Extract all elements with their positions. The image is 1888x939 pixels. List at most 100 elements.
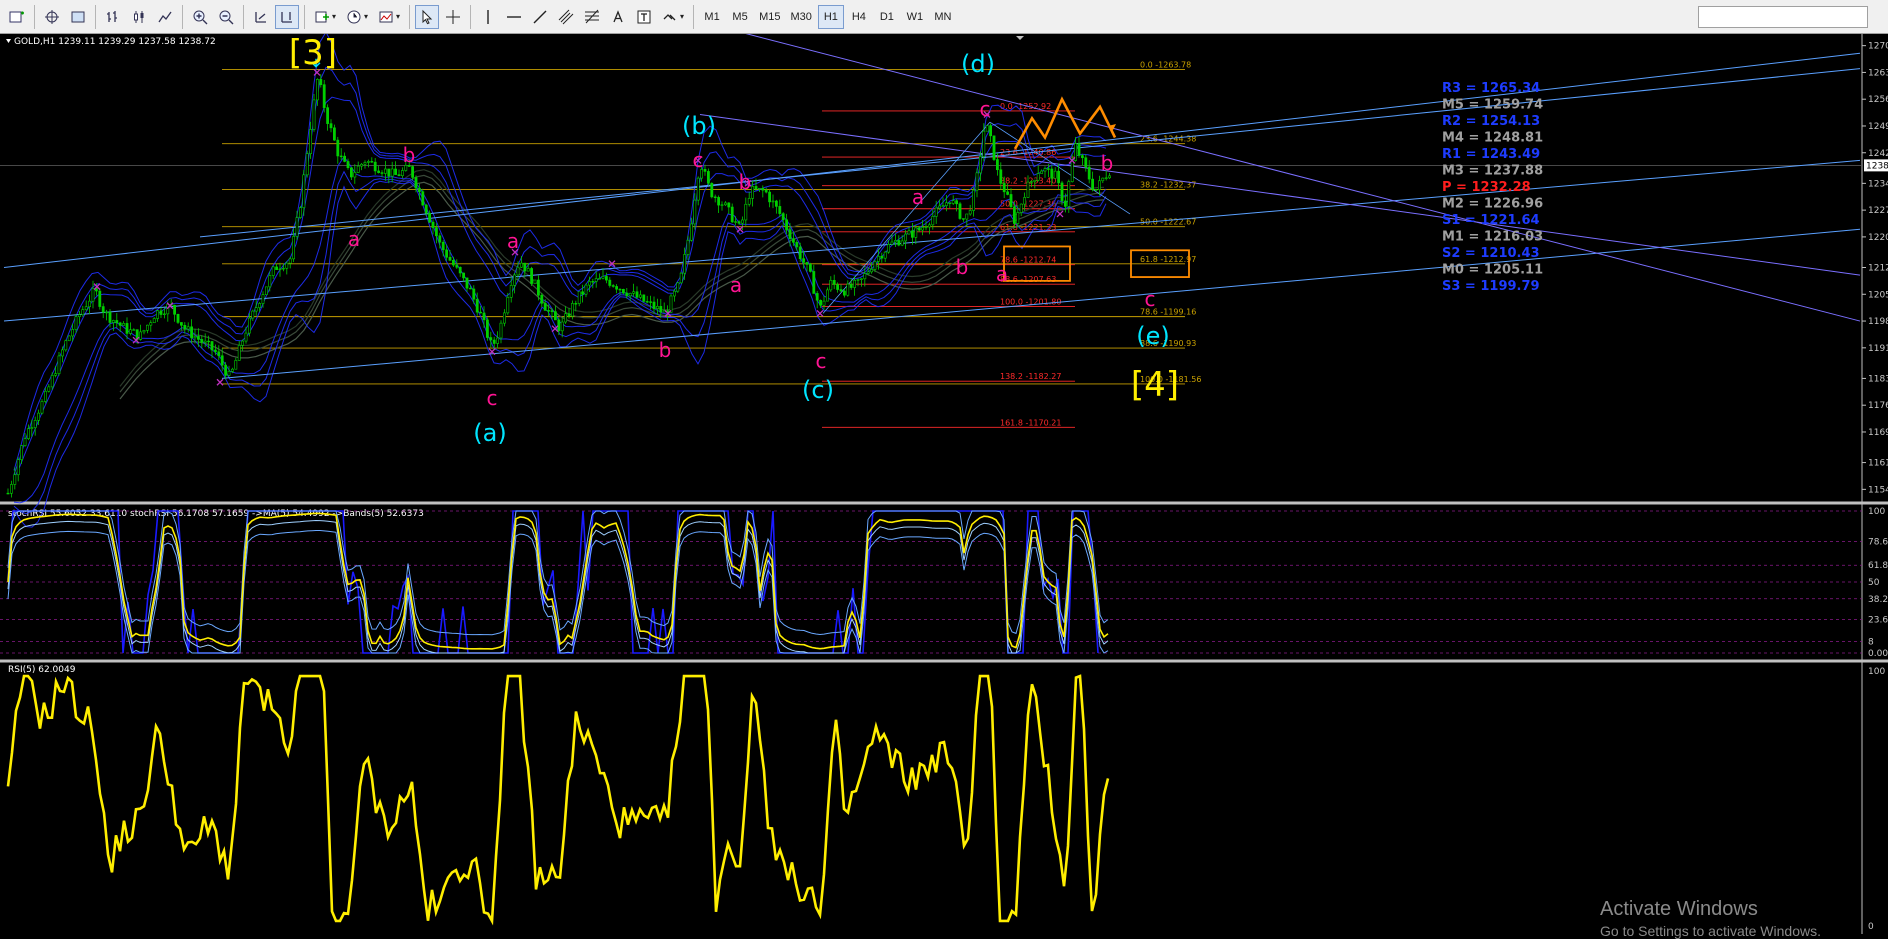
template-icon [379,11,393,22]
candle-body [50,375,54,388]
candle-body [271,266,275,276]
zoom-out-button[interactable] [214,5,238,29]
fibonacci-button[interactable] [580,5,604,29]
wave-label-b: b [956,255,969,279]
gold-h1-chart[interactable]: 1270 1263 1256 1249 1242 1234 1227 1220 1212 1205… [0,0,1888,934]
candle-body [1016,212,1020,224]
timeframe-mn-button[interactable]: MN [930,5,956,29]
candle-body [468,287,472,290]
crosshair-profiles-button[interactable] [40,5,64,29]
pivot-level-label: M5 = 1259.74 [1442,98,1543,113]
cursor-button[interactable] [415,4,440,29]
timeframe-h4-button[interactable]: H4 [846,5,872,29]
candle-body [26,428,30,439]
timeframe-w1-button[interactable]: W1 [902,5,928,29]
text-label-button[interactable] [632,5,656,29]
candle-body [870,269,874,273]
new-chart-button[interactable] [5,5,29,29]
candle-body [632,291,636,294]
candle-body [489,337,493,341]
crosshair-button[interactable] [441,5,465,29]
arrows-icon [663,13,676,20]
candle-body [992,135,996,160]
horizontal-line-button[interactable] [502,5,526,29]
wave-label-c: c [816,349,827,373]
timeframe-d1-button[interactable]: D1 [874,5,900,29]
timeframe-group: M1 M5 M15 M30 H1 H4 D1 W1 MN [698,4,957,29]
candle-body [621,288,625,294]
candle-body [115,320,119,324]
pivot-level-label: M3 = 1237.88 [1442,164,1543,179]
market-watch-button[interactable] [66,5,90,29]
candle-body [972,189,976,211]
price-tick-label: 1220 [1868,233,1888,243]
price-tick-label: 1161 [1868,459,1888,469]
candle-body [37,412,41,421]
bar-chart-button[interactable] [101,5,125,29]
candle-body [931,216,935,226]
candle-body [574,303,578,305]
candle-body [859,278,863,280]
candle-body [921,227,925,231]
new-chart-icon [9,11,24,22]
candle-body [577,291,581,304]
auto-scroll-icon [255,11,266,23]
candle-body [853,280,857,288]
periods-button[interactable]: ▾ [342,5,372,29]
candle-body [431,221,435,228]
current-price-label: 1238 [1866,161,1888,171]
candle-body [445,249,449,258]
auto-scroll-button[interactable] [249,5,273,29]
toolbar-separator [34,4,35,29]
candle-body [679,272,683,284]
pivot-level-label: M0 = 1205.11 [1442,263,1543,278]
price-tick-label: 1212 [1868,264,1888,274]
chart-window[interactable]: 1270 1263 1256 1249 1242 1234 1227 1220 1212 1205… [0,0,1888,934]
candle-body [417,187,421,192]
templates-button[interactable]: ▾ [374,5,404,29]
arrows-button[interactable]: ▾ [658,5,688,29]
search-input[interactable] [1698,6,1868,28]
timeframe-h1-button[interactable]: H1 [817,4,844,29]
timeframe-m15-button[interactable]: M15 [755,5,784,29]
candle-body [197,336,200,340]
chart-shift-button[interactable] [275,4,299,29]
candlestick-button[interactable] [127,5,151,29]
wave-label-c: c [487,386,498,410]
candle-body [411,166,415,178]
candle-body [791,238,795,243]
candle-body [819,299,823,306]
text-button[interactable] [606,5,630,29]
timeframe-m30-button[interactable]: M30 [786,5,815,29]
timeframe-m5-button[interactable]: M5 [727,5,753,29]
trendline-icon [533,10,547,23]
candle-body [173,304,177,315]
candle-body [180,322,183,326]
timeframe-m1-button[interactable]: M1 [699,5,725,29]
candle-body [210,341,214,351]
price-tick-label: 1176 [1868,401,1888,411]
candle-body [258,303,262,309]
candle-body [455,264,459,268]
indicators-button[interactable]: ▾ [310,5,340,29]
candle-body [163,313,166,315]
candle-body [190,326,194,339]
candle-body [1064,200,1067,207]
candle-body [676,282,680,292]
zoom-in-button[interactable] [188,5,212,29]
trendline-button[interactable] [528,5,552,29]
indicators-icon [315,11,329,22]
candle-body [217,351,221,357]
channel-button[interactable] [554,5,578,29]
price-tick-label: 1263 [1868,68,1888,78]
candle-body [564,313,568,323]
candle-body [584,284,588,295]
line-chart-button[interactable] [153,5,177,29]
zoom-out-icon [219,10,234,24]
candle-body [771,200,775,203]
rsi-axis-label: 100 [1868,667,1885,677]
candle-body [1067,181,1071,207]
vertical-line-button[interactable] [476,5,500,29]
price-tick-label: 1270 [1868,42,1888,52]
candle-body [594,278,598,282]
